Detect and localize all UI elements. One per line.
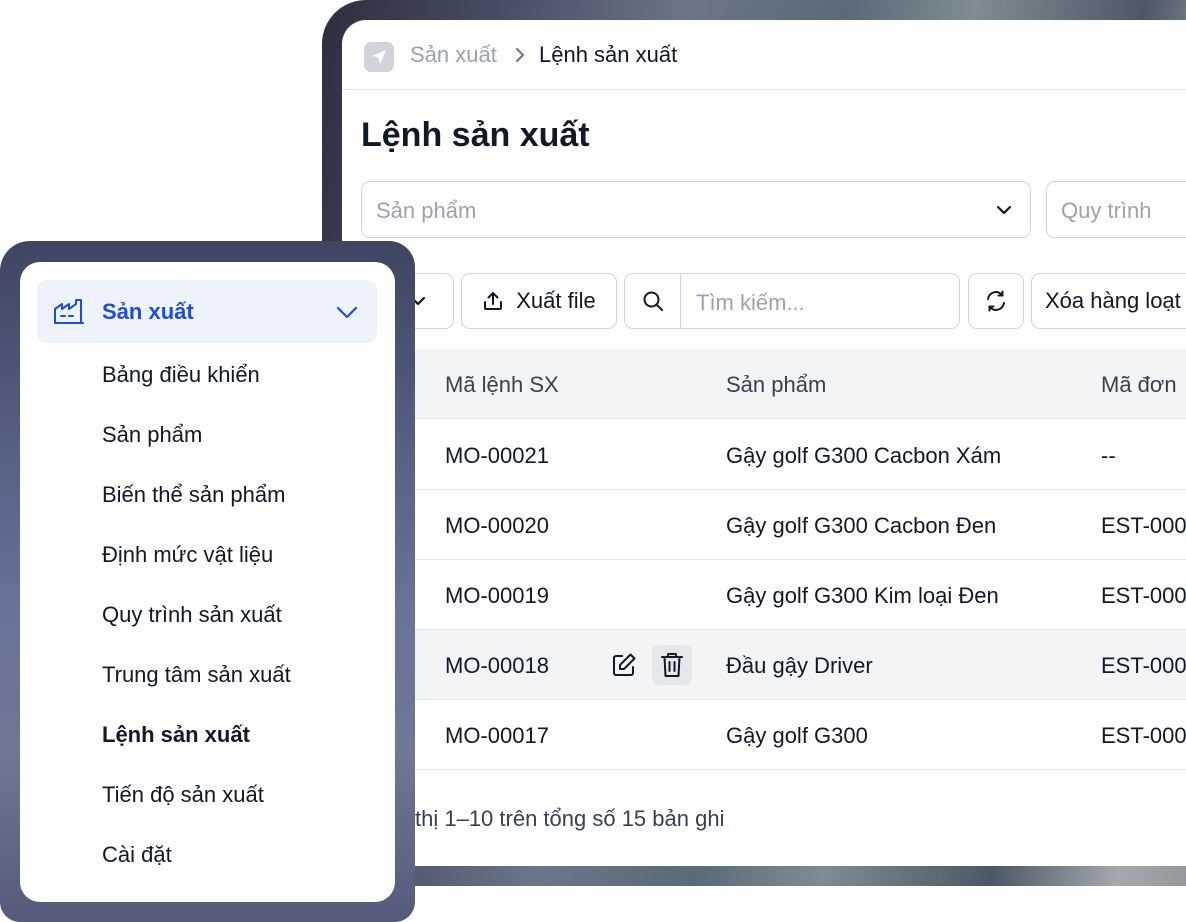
cell-order: -- <box>1101 443 1116 468</box>
main-window: Sản xuất Lệnh sản xuất Lệnh sản xuất Sản… <box>342 20 1186 866</box>
cell-code: MO-00019 <box>445 583 549 608</box>
search-placeholder: Tìm kiếm... <box>696 290 805 315</box>
table-row[interactable]: MO-00020 Gậy golf G300 Cacbon Đen EST-00… <box>342 490 1186 560</box>
column-header-code[interactable]: Mã lệnh SX <box>445 372 559 398</box>
refresh-button[interactable] <box>968 273 1024 329</box>
pagination-summary: thị 1–10 trên tổng số 15 bản ghi <box>415 806 725 831</box>
cell-code: MO-00020 <box>445 513 549 538</box>
cell-product: Đầu gậy Driver <box>726 653 873 678</box>
sidebar-group-label: Sản xuất <box>102 299 194 324</box>
column-header-order[interactable]: Mã đơn <box>1101 372 1177 398</box>
chevron-down-icon <box>335 302 359 327</box>
cell-order: EST-000 <box>1101 583 1186 608</box>
product-filter-select[interactable]: Sản phẩm <box>361 181 1031 238</box>
refresh-icon <box>987 290 1005 312</box>
process-filter-select[interactable]: Quy trình <box>1046 181 1186 238</box>
sidebar: Sản xuất Bảng điều khiển Sản phẩm Biến t… <box>20 262 395 902</box>
search-icon <box>643 291 663 311</box>
search-input[interactable]: Tìm kiếm... <box>680 273 960 329</box>
sidebar-item-settings[interactable]: Cài đặt <box>102 842 172 868</box>
sidebar-item-bill-of-materials[interactable]: Định mức vật liệu <box>102 542 273 568</box>
search-button[interactable] <box>624 273 681 329</box>
table-row[interactable]: MO-00019 Gậy golf G300 Kim loại Đen EST-… <box>342 560 1186 630</box>
cell-order: EST-000 <box>1101 513 1186 538</box>
sidebar-item-dashboard[interactable]: Bảng điều khiển <box>102 362 260 388</box>
upload-icon <box>484 292 503 310</box>
breadcrumb-current: Lệnh sản xuất <box>539 42 678 67</box>
cell-product: Gậy golf G300 Kim loại Đen <box>726 583 999 608</box>
cell-order: EST-000 <box>1101 653 1186 678</box>
export-file-label: Xuất file <box>516 288 596 313</box>
cell-code: MO-00018 <box>445 653 549 678</box>
process-filter-placeholder: Quy trình <box>1061 198 1152 223</box>
app-logo-icon[interactable] <box>364 42 394 72</box>
sidebar-item-production-progress[interactable]: Tiến độ sản xuất <box>102 782 264 808</box>
sidebar-group-production[interactable]: Sản xuất <box>37 280 377 343</box>
cell-code: MO-00021 <box>445 443 549 468</box>
sidebar-item-manufacturing-orders[interactable]: Lệnh sản xuất <box>102 722 250 748</box>
table-row-hovered[interactable]: MO-00018 Đầu gậy Driver EST-000 <box>342 630 1186 700</box>
cell-code: MO-00017 <box>445 723 549 748</box>
sidebar-item-products[interactable]: Sản phẩm <box>102 422 202 448</box>
breadcrumb: Sản xuất Lệnh sản xuất <box>342 20 1186 90</box>
chevron-right-icon <box>514 47 526 68</box>
bulk-delete-button[interactable]: Xóa hàng loạt <box>1031 273 1186 329</box>
chevron-down-icon <box>994 200 1014 225</box>
breadcrumb-parent[interactable]: Sản xuất <box>410 42 497 68</box>
sidebar-item-routings[interactable]: Quy trình sản xuất <box>102 602 282 628</box>
factory-icon <box>53 297 85 330</box>
column-header-product[interactable]: Sản phẩm <box>726 372 826 398</box>
sidebar-item-work-centers[interactable]: Trung tâm sản xuất <box>102 662 291 688</box>
table-row[interactable]: MO-00017 Gậy golf G300 EST-000 <box>342 700 1186 770</box>
cell-product: Gậy golf G300 Cacbon Xám <box>726 443 1002 468</box>
cell-product: Gậy golf G300 Cacbon Đen <box>726 513 997 538</box>
table-row[interactable]: MO-00021 Gậy golf G300 Cacbon Xám -- <box>342 420 1186 490</box>
export-file-button[interactable]: Xuất file <box>461 273 617 329</box>
cell-order: EST-000 <box>1101 723 1186 748</box>
bulk-delete-label: Xóa hàng loạt <box>1045 288 1181 313</box>
page-title: Lệnh sản xuất <box>361 116 590 154</box>
sidebar-item-product-variants[interactable]: Biến thể sản phẩm <box>102 482 285 508</box>
trash-icon[interactable] <box>652 645 692 685</box>
cell-product: Gậy golf G300 <box>726 723 868 748</box>
product-filter-placeholder: Sản phẩm <box>376 198 477 223</box>
edit-icon[interactable] <box>604 645 644 685</box>
table-header: Mã lệnh SX Sản phẩm Mã đơn <box>342 349 1186 419</box>
